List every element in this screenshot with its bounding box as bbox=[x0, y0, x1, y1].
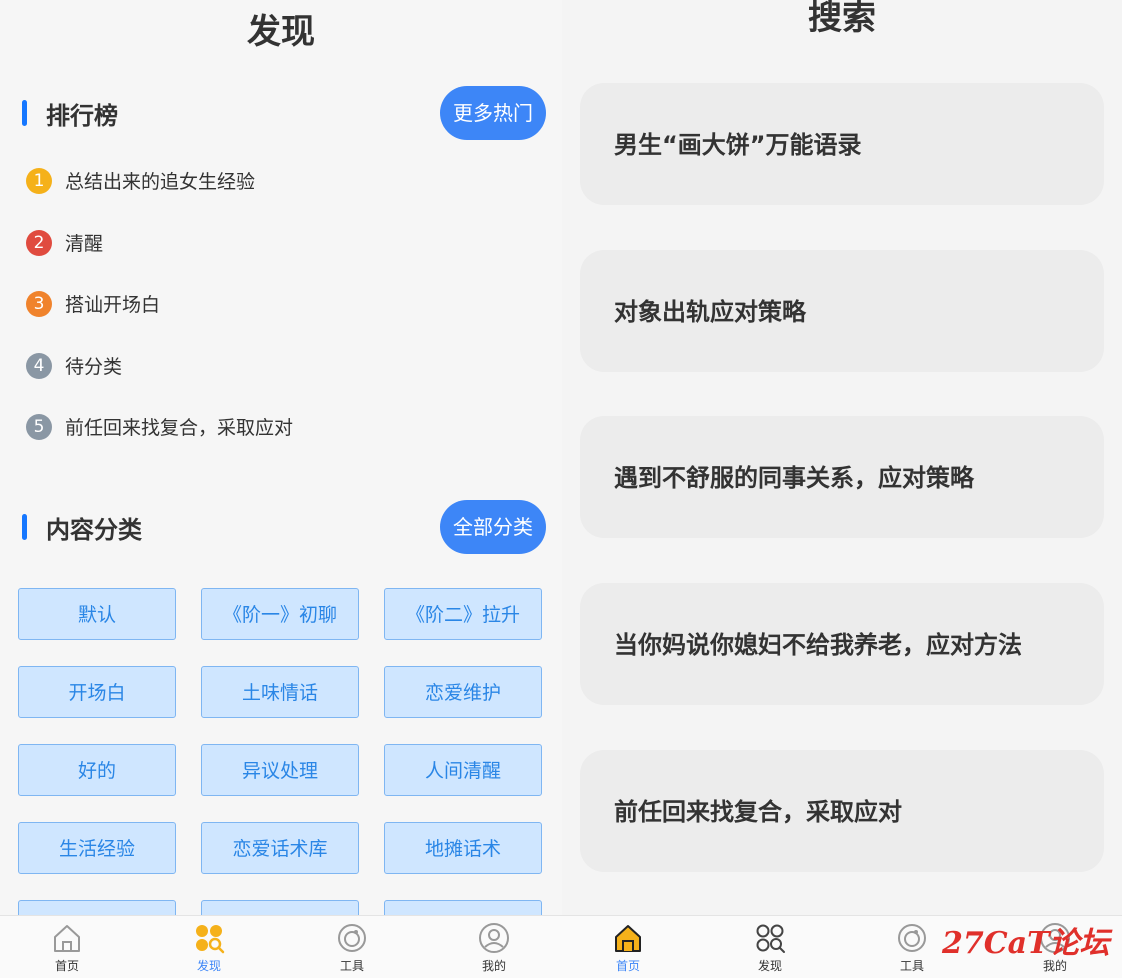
nav-label: 发现 bbox=[757, 959, 782, 973]
ranking-header: 排行榜 更多热门 bbox=[18, 86, 546, 142]
home-icon bbox=[54, 925, 80, 952]
ranking-list: 1 总结出来的追女生经验 2 清醒 3 搭讪开场白 4 待分类 5 前任回来找复… bbox=[26, 152, 546, 460]
bottom-nav: 首页 发现 工具 我的 bbox=[0, 915, 562, 978]
category-tag[interactable]: 《阶一》初聊 bbox=[201, 588, 359, 640]
ranking-item[interactable]: 1 总结出来的追女生经验 bbox=[26, 152, 546, 214]
ranking-item-label: 搭讪开场白 bbox=[65, 294, 161, 316]
nav-discover[interactable]: 发现 bbox=[720, 916, 820, 978]
watermark-logo: 27CaT论坛 bbox=[942, 926, 1110, 961]
ranking-item[interactable]: 2 清醒 bbox=[26, 214, 546, 276]
search-result-card[interactable]: 遇到不舒服的同事关系，应对策略 bbox=[580, 416, 1104, 538]
rank-number-badge: 4 bbox=[26, 352, 52, 379]
search-screen: 搜索 男生“画大饼”万能语录 对象出轨应对策略 遇到不舒服的同事关系，应对策略 … bbox=[562, 0, 1122, 978]
more-hot-button[interactable]: 更多热门 bbox=[440, 86, 546, 140]
tool-icon bbox=[898, 924, 926, 952]
discover-screen: 发现 排行榜 更多热门 1 总结出来的追女生经验 2 清醒 3 搭讪开场白 4 … bbox=[0, 0, 562, 978]
ranking-item-label: 总结出来的追女生经验 bbox=[65, 171, 256, 193]
nav-home[interactable]: 首页 bbox=[17, 916, 117, 978]
ranking-title: 排行榜 bbox=[46, 102, 118, 130]
nav-tools[interactable]: 工具 bbox=[302, 916, 402, 978]
ranking-item-label: 待分类 bbox=[65, 355, 123, 378]
ranking-item-label: 前任回来找复合，采取应对 bbox=[65, 417, 294, 439]
ranking-item[interactable]: 4 待分类 bbox=[26, 337, 546, 399]
category-tag[interactable]: 恋爱维护 bbox=[384, 666, 542, 718]
nav-label: 工具 bbox=[339, 959, 364, 973]
nav-label: 发现 bbox=[196, 959, 221, 973]
category-tag[interactable]: 异议处理 bbox=[201, 744, 359, 796]
nav-profile[interactable]: 我的 bbox=[444, 916, 544, 978]
nav-label: 首页 bbox=[615, 959, 640, 973]
page-title: 搜索 bbox=[808, 0, 876, 38]
ranking-item[interactable]: 5 前任回来找复合，采取应对 bbox=[26, 398, 546, 460]
discover-icon bbox=[196, 925, 225, 954]
page-title: 发现 bbox=[247, 12, 315, 52]
card-title: 前任回来找复合，采取应对 bbox=[614, 798, 902, 826]
tool-icon bbox=[338, 924, 366, 952]
category-tag[interactable]: 《阶二》拉升 bbox=[384, 588, 542, 640]
category-tag[interactable]: 开场白 bbox=[18, 666, 176, 718]
card-title: 当你妈说你媳妇不给我养老，应对方法 bbox=[614, 631, 1022, 659]
search-result-card[interactable]: 当你妈说你媳妇不给我养老，应对方法 bbox=[580, 583, 1104, 705]
nav-home[interactable]: 首页 bbox=[578, 916, 678, 978]
rank-number-badge: 5 bbox=[26, 414, 52, 440]
ranking-item-label: 清醒 bbox=[65, 232, 104, 255]
card-title: 对象出轨应对策略 bbox=[614, 298, 806, 326]
nav-label: 首页 bbox=[54, 959, 79, 973]
search-result-card[interactable]: 前任回来找复合，采取应对 bbox=[580, 750, 1104, 872]
discover-icon bbox=[756, 924, 785, 953]
nav-label: 我的 bbox=[481, 959, 506, 973]
search-result-card[interactable]: 男生“画大饼”万能语录 bbox=[580, 83, 1104, 205]
rank-number-badge: 1 bbox=[26, 168, 52, 194]
rank-number-badge: 2 bbox=[26, 229, 52, 256]
section-accent-bar bbox=[22, 514, 27, 540]
all-categories-button[interactable]: 全部分类 bbox=[440, 500, 546, 554]
home-icon bbox=[615, 925, 641, 952]
category-tag[interactable]: 恋爱话术库 bbox=[201, 822, 359, 874]
categories-header: 内容分类 全部分类 bbox=[18, 500, 546, 556]
category-tag[interactable]: 土味情话 bbox=[201, 666, 359, 718]
category-tag[interactable]: 好的 bbox=[18, 744, 176, 796]
category-tag[interactable]: 默认 bbox=[18, 588, 176, 640]
ranking-item[interactable]: 3 搭讪开场白 bbox=[26, 275, 546, 337]
categories-title: 内容分类 bbox=[46, 516, 142, 544]
card-title: 遇到不舒服的同事关系，应对策略 bbox=[614, 464, 974, 492]
section-accent-bar bbox=[22, 100, 27, 126]
card-title: 男生“画大饼”万能语录 bbox=[614, 131, 862, 159]
category-tag[interactable]: 人间清醒 bbox=[384, 744, 542, 796]
search-result-card[interactable]: 对象出轨应对策略 bbox=[580, 250, 1104, 372]
nav-discover[interactable]: 发现 bbox=[159, 916, 259, 978]
profile-icon bbox=[479, 923, 509, 953]
rank-number-badge: 3 bbox=[26, 291, 52, 317]
category-tag[interactable]: 地摊话术 bbox=[384, 822, 542, 874]
category-tag[interactable]: 生活经验 bbox=[18, 822, 176, 874]
